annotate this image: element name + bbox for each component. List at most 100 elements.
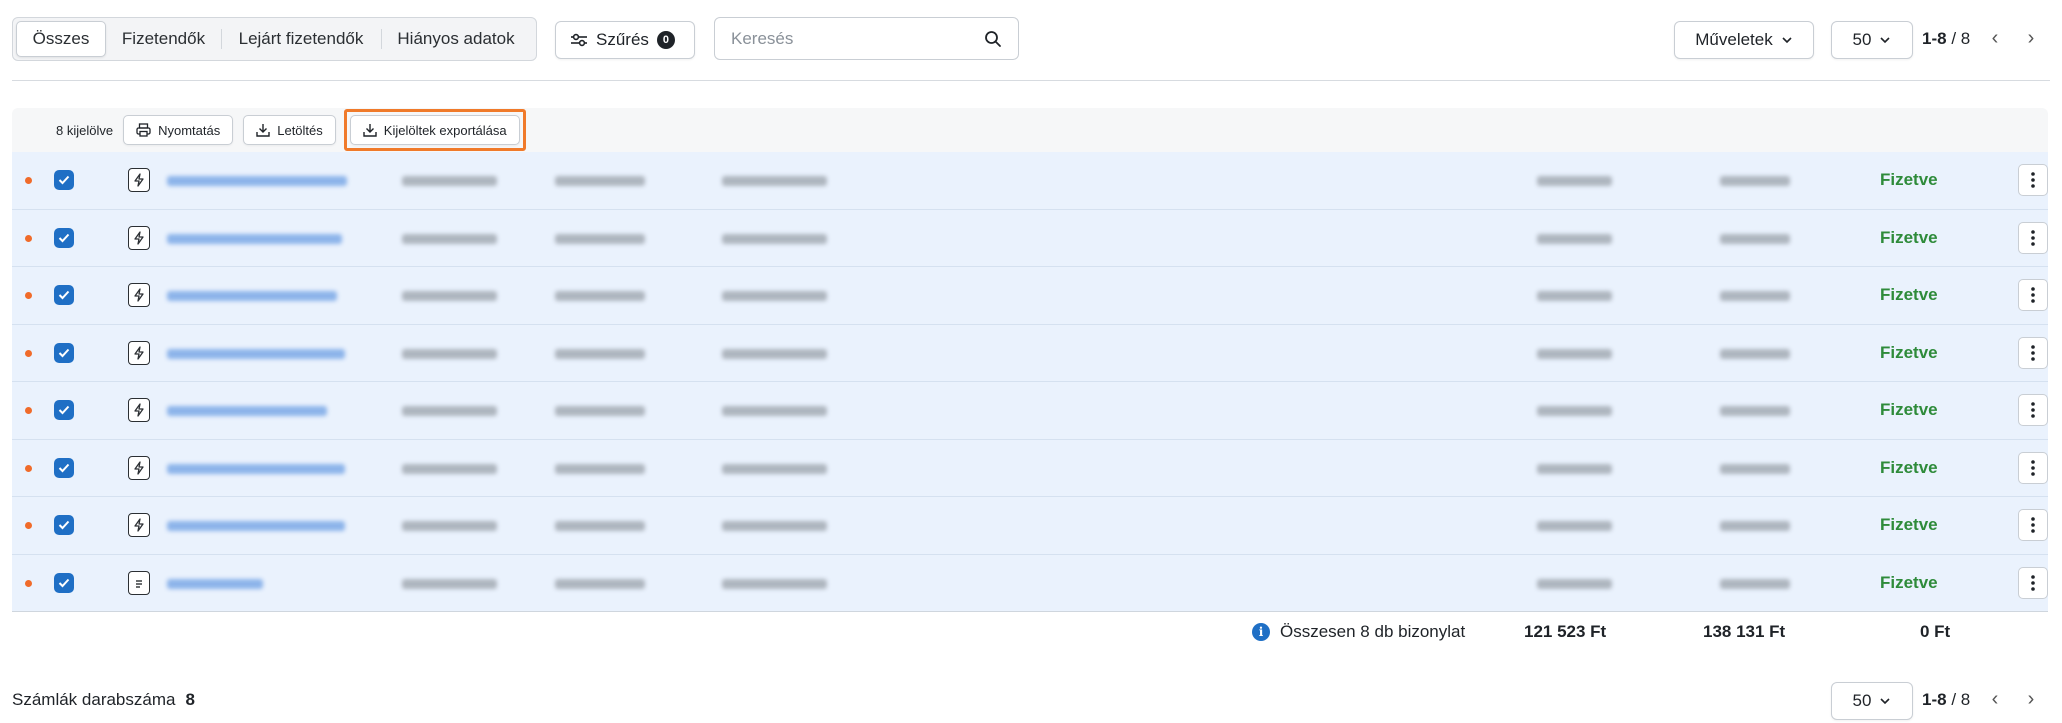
tab-missing-data[interactable]: Hiányos adatok — [381, 21, 531, 57]
table-row[interactable]: Fizetve — [12, 439, 2048, 497]
invoice-link-redacted[interactable] — [167, 463, 345, 474]
payment-status: Fizetve — [1880, 227, 1938, 247]
page-range-value: 1-8 — [1922, 29, 1947, 48]
row-menu-button[interactable] — [2018, 164, 2048, 196]
row-checkbox[interactable] — [54, 227, 74, 248]
redacted-cell — [1537, 176, 1612, 186]
tab-label: Lejárt fizetendők — [238, 29, 364, 48]
per-page-select-bottom[interactable]: 50 — [1831, 682, 1913, 720]
redacted-cell — [1537, 406, 1612, 416]
invoice-link-redacted[interactable] — [167, 176, 347, 186]
actions-dropdown[interactable]: Műveletek — [1674, 21, 1814, 59]
per-page-select[interactable]: 50 — [1831, 21, 1913, 59]
row-checkbox[interactable] — [54, 342, 74, 363]
row-checkbox[interactable] — [54, 457, 74, 478]
invoice-link-redacted[interactable] — [167, 233, 342, 244]
row-checkbox[interactable] — [54, 572, 74, 593]
redacted-cell — [555, 291, 645, 301]
payment-status: Fizetve — [1880, 400, 1938, 419]
export-highlight: Kijelöltek exportálása — [343, 109, 526, 151]
payment-status: Fizetve — [1880, 515, 1938, 534]
page-range-value: 1-8 — [1922, 690, 1947, 709]
bolt-document-icon — [128, 168, 150, 192]
invoice-link-redacted[interactable] — [167, 521, 345, 531]
invoice-link-redacted[interactable] — [167, 348, 345, 359]
row-menu-button[interactable] — [2018, 509, 2048, 541]
redacted-cell — [555, 348, 645, 359]
printer-icon — [136, 123, 151, 137]
invoice-link-redacted[interactable] — [167, 291, 337, 301]
payment-status: Fizetve — [1880, 170, 1938, 189]
kebab-icon — [2031, 344, 2035, 361]
prev-page-button-bottom[interactable]: ‹ — [1985, 688, 2005, 711]
redacted-cell — [1537, 348, 1612, 359]
prev-page-button[interactable]: ‹ — [1985, 27, 2005, 50]
invoice-link-redacted[interactable] — [167, 578, 263, 589]
info-icon[interactable]: i — [1252, 623, 1270, 641]
table-row[interactable]: Fizetve — [12, 554, 2048, 612]
redacted-cell — [555, 233, 645, 244]
next-page-button-bottom[interactable]: › — [2021, 688, 2041, 711]
text-document-icon — [128, 570, 150, 595]
redacted-cell — [1720, 233, 1790, 244]
redacted-cell — [1537, 291, 1612, 301]
next-page-button[interactable]: › — [2021, 27, 2041, 50]
row-menu-button[interactable] — [2018, 336, 2048, 369]
search-input[interactable] — [731, 28, 984, 49]
export-selected-button[interactable]: Kijelöltek exportálása — [349, 115, 520, 145]
redacted-cell — [722, 406, 827, 416]
tab-overdue[interactable]: Lejárt fizetendők — [221, 21, 381, 57]
invoice-table: 8 kijelölve Nyomtatás Letöltés Kijelölte… — [12, 108, 2048, 612]
print-button[interactable]: Nyomtatás — [123, 115, 234, 145]
table-row[interactable]: Fizetve — [12, 382, 2048, 440]
tab-payable[interactable]: Fizetendők — [106, 21, 221, 57]
table-row[interactable]: Fizetve — [12, 152, 2048, 210]
row-menu-button[interactable] — [2018, 566, 2048, 599]
export-label: Kijelöltek exportálása — [383, 122, 507, 138]
payment-status: Fizetve — [1880, 572, 1938, 592]
selection-bar: 8 kijelölve Nyomtatás Letöltés Kijelölte… — [12, 108, 2048, 152]
kebab-icon — [2031, 459, 2035, 476]
unread-indicator — [25, 464, 32, 472]
row-menu-button[interactable] — [2018, 279, 2048, 311]
row-menu-button[interactable] — [2018, 451, 2048, 484]
table-row[interactable]: Fizetve — [12, 267, 2048, 325]
redacted-cell — [555, 176, 645, 186]
redacted-cell — [555, 463, 645, 474]
row-menu-button[interactable] — [2018, 394, 2048, 426]
redacted-cell — [1537, 578, 1612, 589]
redacted-cell — [1720, 578, 1790, 589]
unread-indicator — [25, 292, 32, 299]
page-total: / 8 — [1951, 29, 1971, 48]
redacted-cell — [722, 176, 827, 186]
row-menu-button[interactable] — [2018, 221, 2048, 254]
row-checkbox[interactable] — [54, 285, 74, 305]
row-checkbox[interactable] — [54, 170, 74, 190]
table-row[interactable]: Fizetve — [12, 324, 2048, 382]
search-box — [714, 17, 1019, 60]
totals-label: i Összesen 8 db bizonylat — [1252, 622, 1465, 642]
download-button[interactable]: Letöltés — [243, 115, 336, 145]
redacted-cell — [1537, 463, 1612, 474]
redacted-cell — [1720, 521, 1790, 531]
row-checkbox[interactable] — [54, 400, 74, 420]
invoice-count: Számlák darabszáma 8 — [12, 690, 195, 710]
search-icon[interactable] — [984, 30, 1002, 48]
unread-indicator — [25, 177, 32, 184]
tab-all[interactable]: Összes — [16, 21, 106, 57]
table-row[interactable]: Fizetve — [12, 497, 2048, 555]
download-icon — [256, 124, 270, 137]
redacted-cell — [722, 521, 827, 531]
kebab-icon — [2031, 287, 2035, 303]
unread-indicator — [25, 234, 32, 242]
table-row[interactable]: Fizetve — [12, 209, 2048, 267]
redacted-cell — [402, 348, 497, 359]
bolt-document-icon — [128, 455, 150, 480]
filter-button[interactable]: Szűrés 0 — [555, 21, 695, 59]
invoice-link-redacted[interactable] — [167, 406, 327, 416]
tab-label: Hiányos adatok — [397, 29, 515, 48]
sliders-icon — [571, 33, 587, 47]
kebab-icon — [2031, 574, 2035, 591]
row-checkbox[interactable] — [54, 515, 74, 535]
redacted-cell — [402, 233, 497, 244]
